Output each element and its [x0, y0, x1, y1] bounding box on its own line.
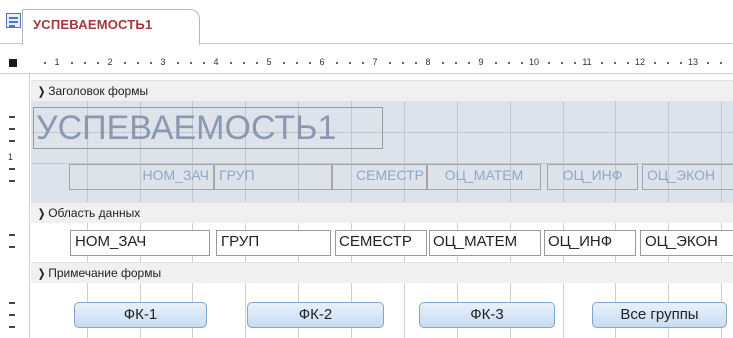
ruler-tick	[627, 62, 629, 64]
ruler-tick	[336, 62, 338, 64]
form-title-label[interactable]: УСПЕВАЕМОСТЬ1	[33, 107, 383, 149]
ruler-tick	[667, 62, 669, 64]
header-label-grup[interactable]: ГРУП	[214, 164, 332, 190]
field-semestr[interactable]: СЕМЕСТР	[335, 230, 427, 256]
ruler-number: 7	[372, 57, 378, 67]
detail-section-label: Область данных	[48, 206, 141, 220]
form-header-label: Заголовок формы	[48, 84, 149, 98]
form-footer-bar[interactable]: ❭ Примечание формы	[31, 262, 733, 284]
form-footer-section[interactable]: ФК-1 ФК-2 ФК-3 Все группы	[31, 283, 733, 338]
ruler-number: 1	[54, 57, 60, 67]
ruler-tick	[561, 62, 563, 64]
ruler-tick	[601, 62, 603, 64]
header-label-nom-zach[interactable]: НОМ_ЗАЧ	[69, 164, 214, 190]
ruler-tick	[402, 62, 404, 64]
field-oc-matem[interactable]: ОЦ_МАТЕМ	[429, 230, 541, 256]
field-oc-inf[interactable]: ОЦ_ИНФ	[544, 230, 636, 256]
ruler-tick	[415, 62, 417, 64]
field-nom-zach[interactable]: НОМ_ЗАЧ	[70, 230, 210, 256]
ruler-tick	[296, 62, 298, 64]
detail-section[interactable]: НОМ_ЗАЧ ГРУП СЕМЕСТР ОЦ_МАТЕМ ОЦ_ИНФ ОЦ_…	[31, 223, 733, 262]
ruler-tick	[97, 62, 99, 64]
section-arrow-icon: ❭	[37, 208, 47, 220]
vertical-ruler: 1	[0, 74, 30, 338]
ruler-tick	[362, 62, 364, 64]
ruler-tick	[283, 62, 285, 64]
ruler-number: 13	[687, 57, 699, 67]
ruler-tick	[177, 62, 179, 64]
form-icon	[6, 13, 21, 28]
ruler-tick	[574, 62, 576, 64]
ruler-number: 8	[425, 57, 431, 67]
ruler-number: 4	[213, 57, 219, 67]
ruler-tick	[256, 62, 258, 64]
ruler-tick	[44, 62, 46, 64]
section-arrow-icon: ❭	[37, 268, 47, 280]
header-label-oc-ekon[interactable]: ОЦ_ЭКОН	[642, 164, 733, 190]
ruler-number: 2	[107, 57, 113, 67]
fk2-button[interactable]: ФК-2	[247, 302, 384, 328]
field-grup[interactable]: ГРУП	[216, 230, 331, 256]
ruler-tick	[203, 62, 205, 64]
ruler-tick	[548, 62, 550, 64]
ruler-tick	[707, 62, 709, 64]
field-oc-ekon[interactable]: ОЦ_ЭКОН	[640, 230, 733, 256]
vertical-ruler-number: 1	[8, 152, 14, 162]
ruler-tick	[309, 62, 311, 64]
ruler-number: 10	[528, 57, 540, 67]
ruler-tick	[495, 62, 497, 64]
ruler-tick	[137, 62, 139, 64]
ruler-tick	[508, 62, 510, 64]
header-label-oc-inf[interactable]: ОЦ_ИНФ	[547, 164, 638, 190]
section-arrow-icon: ❭	[37, 86, 47, 98]
ruler-tick	[230, 62, 232, 64]
ruler-tick	[349, 62, 351, 64]
ruler-tick	[614, 62, 616, 64]
fk1-button[interactable]: ФК-1	[74, 302, 207, 328]
ruler-tick	[150, 62, 152, 64]
form-footer-label: Примечание формы	[48, 266, 162, 280]
ruler-tick	[720, 62, 722, 64]
ruler-tick	[468, 62, 470, 64]
ruler-number: 9	[478, 57, 484, 67]
ruler-tick	[243, 62, 245, 64]
form-selector[interactable]	[9, 59, 17, 67]
header-label-oc-matem[interactable]: ОЦ_МАТЕМ	[427, 164, 541, 190]
ruler-tick	[442, 62, 444, 64]
ruler-number: 3	[160, 57, 166, 67]
ruler-number: 12	[634, 57, 646, 67]
ruler-tick	[521, 62, 523, 64]
detail-section-bar[interactable]: ❭ Область данных	[31, 202, 733, 224]
document-tab-title: УСПЕВАЕМОСТЬ1	[33, 17, 153, 32]
ruler-tick	[190, 62, 192, 64]
ruler-tick	[84, 62, 86, 64]
ruler-tick	[124, 62, 126, 64]
ruler-tick	[455, 62, 457, 64]
fk3-button[interactable]: ФК-3	[419, 302, 555, 328]
all-groups-button[interactable]: Все группы	[592, 302, 727, 328]
ruler-number: 6	[319, 57, 325, 67]
ruler-tick	[680, 62, 682, 64]
ruler-tick	[389, 62, 391, 64]
form-header-section[interactable]: УСПЕВАЕМОСТЬ1 НОМ_ЗАЧ ГРУП СЕМЕСТР ОЦ_МА…	[31, 101, 733, 202]
form-header-bar[interactable]: ❭ Заголовок формы	[31, 80, 733, 102]
form-design-surface[interactable]: ❭ Заголовок формы УСПЕВАЕМОСТЬ1 НОМ_ЗАЧ Г…	[31, 74, 733, 338]
ruler-tick	[71, 62, 73, 64]
ruler-number: 5	[266, 57, 272, 67]
ruler-number: 11	[582, 57, 592, 67]
ruler-tick	[654, 62, 656, 64]
header-label-semestr[interactable]: СЕМЕСТР	[332, 164, 427, 190]
